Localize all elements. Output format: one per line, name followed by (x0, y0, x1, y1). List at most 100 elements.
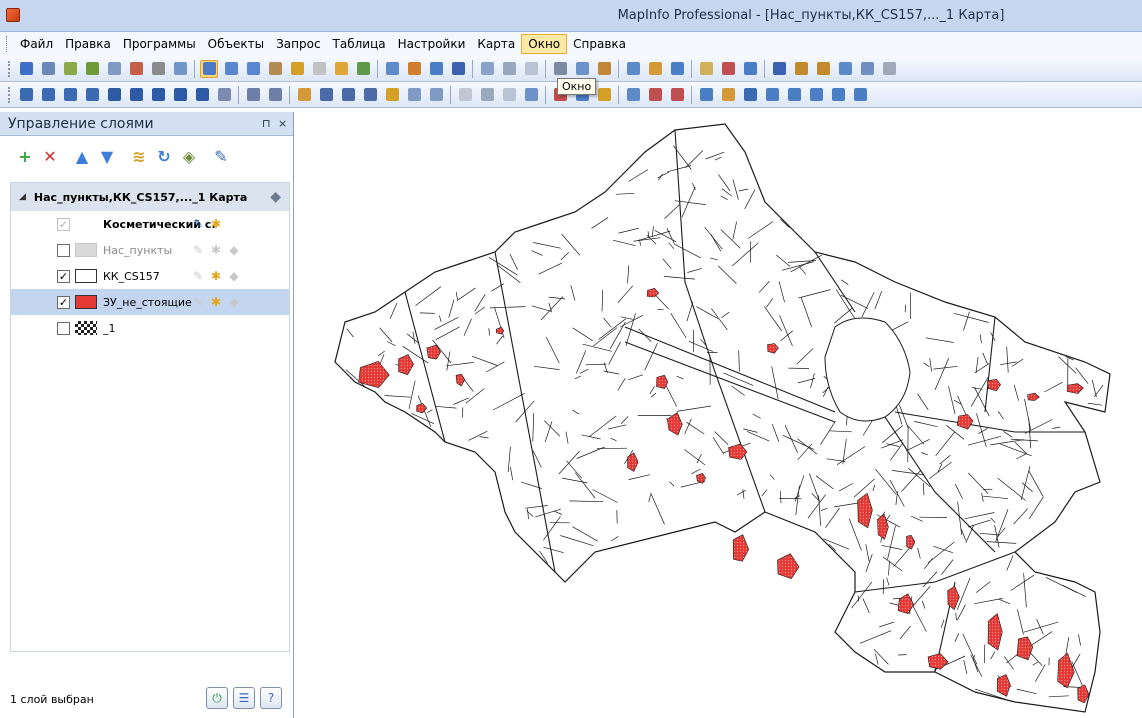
tb2-tool-9-icon[interactable] (215, 86, 233, 104)
layer-row[interactable]: _1 (11, 315, 289, 341)
tb2-tool-18-icon[interactable] (427, 86, 445, 104)
tb1-tool-16-icon[interactable] (383, 60, 401, 78)
tb2-tool-12-icon[interactable] (295, 86, 313, 104)
tb2-tool-3-icon[interactable] (83, 86, 101, 104)
tb2-tool-30-icon[interactable] (719, 86, 737, 104)
tb1-tool-12-icon[interactable] (288, 60, 306, 78)
tb2-tool-6-icon[interactable] (149, 86, 167, 104)
tb1-tool-28-icon[interactable] (668, 60, 686, 78)
menu-item-0[interactable]: Файл (14, 35, 59, 53)
tb2-tool-10-icon[interactable] (244, 86, 262, 104)
tb2-tool-16-icon[interactable] (383, 86, 401, 104)
editable-icon[interactable]: ✎ (191, 217, 205, 231)
tb1-tool-22-icon[interactable] (522, 60, 540, 78)
tb1-tool-5-icon[interactable] (127, 60, 145, 78)
menu-item-6[interactable]: Настройки (392, 35, 472, 53)
tb1-tool-34-icon[interactable] (814, 60, 832, 78)
tb2-tool-28-icon[interactable] (668, 86, 686, 104)
tb1-tool-35-icon[interactable] (836, 60, 854, 78)
tb1-tool-37-icon[interactable] (880, 60, 898, 78)
tb2-tool-11-icon[interactable] (266, 86, 284, 104)
layer-style-swatch-icon[interactable] (75, 269, 97, 283)
move-up-icon[interactable]: ▲ (71, 145, 93, 167)
map-options-icon[interactable]: ◆ (270, 189, 281, 205)
toolbar-grip[interactable] (8, 60, 11, 77)
tb2-tool-14-icon[interactable] (339, 86, 357, 104)
tb1-tool-6-icon[interactable] (149, 60, 167, 78)
label-icon[interactable]: ◆ (227, 269, 241, 283)
tb2-tool-29-icon[interactable] (697, 86, 715, 104)
tb1-tool-29-icon[interactable] (697, 60, 715, 78)
tb1-tool-21-icon[interactable] (500, 60, 518, 78)
selectable-icon[interactable]: ✱ (209, 217, 223, 231)
tb1-tool-3-icon[interactable] (83, 60, 101, 78)
tb1-tool-24-icon[interactable] (573, 60, 591, 78)
layer-style-swatch-icon[interactable] (75, 243, 97, 257)
menu-item-3[interactable]: Объекты (202, 35, 270, 53)
tb2-tool-8-icon[interactable] (193, 86, 211, 104)
tb2-tool-17-icon[interactable] (405, 86, 423, 104)
tb2-tool-31-icon[interactable] (741, 86, 759, 104)
layer-style-swatch-icon[interactable] (75, 321, 97, 335)
label-options-icon[interactable]: ✎ (210, 145, 232, 167)
menu-item-1[interactable]: Правка (59, 35, 117, 53)
menu-item-9[interactable]: Справка (567, 35, 632, 53)
tb2-tool-35-icon[interactable] (829, 86, 847, 104)
tb1-tool-27-icon[interactable] (646, 60, 664, 78)
display-properties-icon[interactable]: ◈ (178, 145, 200, 167)
close-icon[interactable]: × (278, 117, 287, 130)
tb1-tool-14-icon[interactable] (332, 60, 350, 78)
tb1-tool-13-icon[interactable] (310, 60, 328, 78)
label-icon[interactable]: ◆ (227, 295, 241, 309)
layer-properties-icon[interactable]: ≋ (128, 145, 150, 167)
visibility-checkbox[interactable]: ✓ (57, 217, 70, 231)
move-down-icon[interactable]: ▼ (96, 145, 118, 167)
menu-item-8[interactable]: Окно (521, 34, 568, 54)
layer-style-swatch-icon[interactable] (75, 295, 97, 309)
map-window[interactable] (295, 112, 1142, 718)
tb2-tool-20-icon[interactable] (478, 86, 496, 104)
visibility-checkbox[interactable]: ✓ (57, 295, 70, 309)
layer-row[interactable]: Нас_пункты ✎ ✱ ◆ (11, 237, 289, 263)
tb2-tool-32-icon[interactable] (763, 86, 781, 104)
editable-icon[interactable]: ✎ (191, 243, 205, 257)
tb1-tool-8-icon[interactable] (200, 59, 218, 78)
menu-grip[interactable] (6, 36, 10, 52)
label-icon[interactable]: ◆ (227, 243, 241, 257)
toolbar-grip[interactable] (8, 86, 11, 103)
refresh-icon[interactable]: ↻ (153, 145, 175, 167)
tb1-tool-31-icon[interactable] (741, 60, 759, 78)
editable-icon[interactable]: ✎ (191, 295, 205, 309)
tb1-tool-0-icon[interactable] (17, 60, 35, 78)
tb1-tool-20-icon[interactable] (478, 60, 496, 78)
tb2-tool-1-icon[interactable] (39, 86, 57, 104)
tb2-tool-15-icon[interactable] (361, 86, 379, 104)
tb1-tool-9-icon[interactable] (222, 60, 240, 78)
parcel-map[interactable] (295, 112, 1142, 718)
tb1-tool-36-icon[interactable] (858, 60, 876, 78)
layer-row[interactable]: ✓ Косметический с. ✎ ✱ (11, 211, 289, 237)
tb1-tool-11-icon[interactable] (266, 60, 284, 78)
tb2-tool-5-icon[interactable] (127, 86, 145, 104)
tb2-tool-19-icon[interactable] (456, 86, 474, 104)
tb2-tool-26-icon[interactable] (624, 86, 642, 104)
layer-row[interactable]: ✓ ЗУ_не_стоящие ✎ ✱ ◆ (11, 289, 289, 315)
visibility-checkbox[interactable]: ✓ (57, 269, 70, 283)
unregistered-parcel[interactable] (777, 553, 800, 580)
tb1-tool-25-icon[interactable] (595, 60, 613, 78)
selectable-icon[interactable]: ✱ (209, 243, 223, 257)
menu-item-7[interactable]: Карта (471, 35, 521, 53)
tb2-tool-4-icon[interactable] (105, 86, 123, 104)
tb1-tool-23-icon[interactable] (551, 60, 569, 78)
menu-item-5[interactable]: Таблица (327, 35, 392, 53)
tb2-tool-0-icon[interactable] (17, 86, 35, 104)
visibility-checkbox[interactable] (57, 243, 70, 257)
tb2-tool-21-icon[interactable] (500, 86, 518, 104)
tb1-tool-7-icon[interactable] (171, 60, 189, 78)
tb2-tool-34-icon[interactable] (807, 86, 825, 104)
expand-icon[interactable]: ◢ (19, 192, 26, 202)
remove-layer-icon[interactable]: ✕ (39, 145, 61, 167)
tb1-tool-15-icon[interactable] (354, 60, 372, 78)
pin-icon[interactable]: ⊓ (262, 117, 271, 130)
tb1-tool-30-icon[interactable] (719, 60, 737, 78)
